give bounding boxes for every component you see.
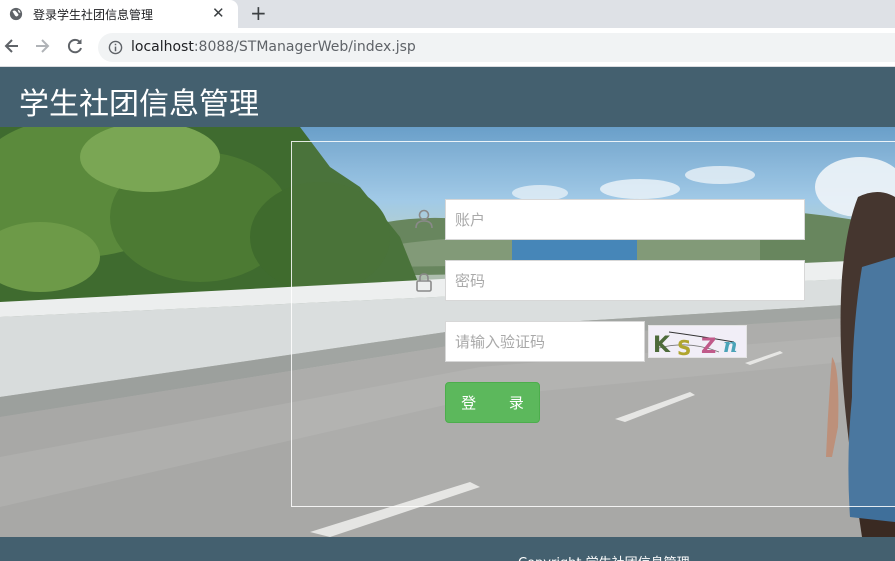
close-icon[interactable]: ✕ bbox=[212, 3, 225, 23]
page-header: 学生社团信息管理 bbox=[0, 67, 895, 127]
plus-icon[interactable]: + bbox=[250, 1, 267, 25]
url-text: localhost:8088/STManagerWeb/index.jsp bbox=[131, 39, 416, 55]
lock-icon bbox=[416, 273, 432, 292]
url-field[interactable]: localhost:8088/STManagerWeb/index.jsp bbox=[98, 33, 895, 62]
url-path: :8088/STManagerWeb/index.jsp bbox=[193, 39, 416, 55]
login-button[interactable]: 登 录 bbox=[445, 382, 540, 423]
captcha-char-1: K bbox=[653, 333, 671, 357]
address-bar: localhost:8088/STManagerWeb/index.jsp bbox=[0, 28, 895, 67]
account-input[interactable] bbox=[445, 199, 805, 240]
site-title: 学生社团信息管理 bbox=[19, 87, 259, 122]
browser-tab[interactable]: 登录学生社团信息管理 ✕ bbox=[0, 0, 238, 28]
captcha-char-3: Z bbox=[701, 334, 716, 357]
globe-icon bbox=[9, 7, 23, 21]
back-icon[interactable] bbox=[2, 36, 22, 56]
captcha-image[interactable]: K S Z n bbox=[648, 325, 747, 360]
tab-title: 登录学生社团信息管理 bbox=[33, 8, 154, 22]
forward-icon[interactable] bbox=[32, 36, 52, 56]
captcha-char-4: n bbox=[723, 333, 738, 357]
reload-icon[interactable] bbox=[65, 36, 85, 56]
captcha-input[interactable] bbox=[445, 321, 645, 362]
user-icon bbox=[415, 209, 433, 229]
browser-tab-strip: 登录学生社团信息管理 ✕ + bbox=[0, 0, 895, 28]
captcha-char-2: S bbox=[677, 336, 691, 357]
page-footer: Copyright 学生社团信息管理 bbox=[0, 537, 895, 561]
captcha-glyphs: K S Z n bbox=[653, 331, 738, 360]
info-icon[interactable] bbox=[108, 40, 123, 55]
url-host: localhost bbox=[131, 39, 194, 55]
copyright-text: Copyright 学生社团信息管理 bbox=[518, 552, 690, 561]
password-input[interactable] bbox=[445, 260, 805, 301]
